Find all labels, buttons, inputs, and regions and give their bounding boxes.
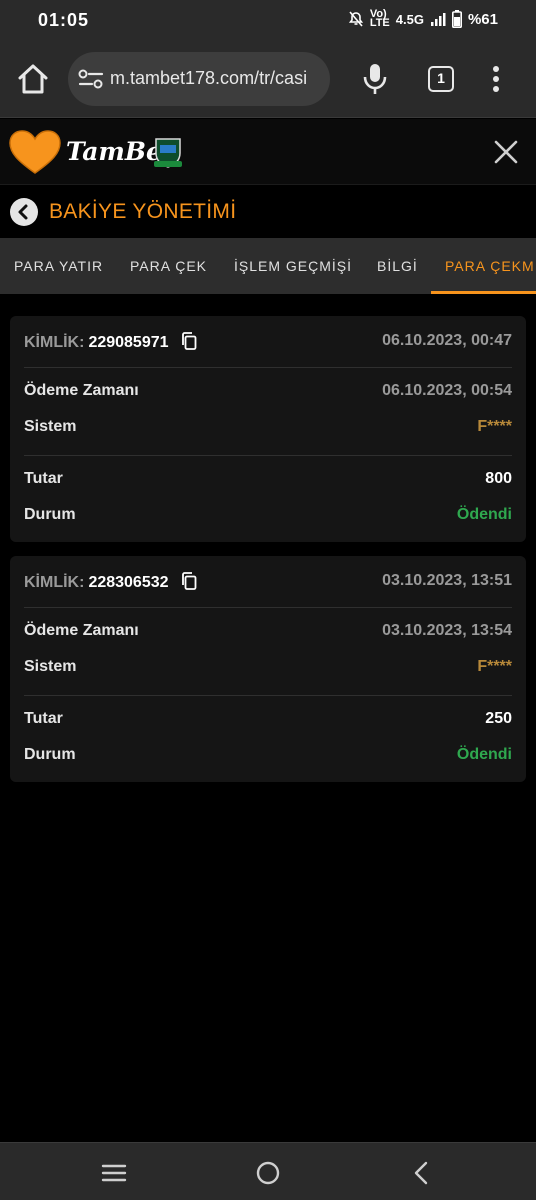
recent-apps-icon[interactable] (100, 1159, 128, 1187)
url-bar[interactable]: m.tambet178.com/tr/casi (68, 52, 330, 106)
transaction-id: 228306532 (88, 574, 169, 591)
payment-time-label: Ödeme Zamanı (24, 382, 139, 399)
transaction-card: KİMLİK: 229085971 06.10.2023, 00:47 Ödeme… (10, 316, 526, 542)
status-label: Durum (24, 506, 76, 523)
home-icon[interactable] (16, 62, 50, 96)
system-row: Sistem F**** (24, 418, 512, 440)
status-value: Ödendi (456, 506, 512, 523)
status-bar: 01:05 Vo) LTE 4.5G %61 (0, 0, 536, 40)
kimlik-label: KİMLİK: (24, 574, 85, 591)
system-label: Sistem (24, 658, 77, 675)
payment-time-value: 03.10.2023, 13:54 (382, 622, 512, 639)
tab-para-cek[interactable]: PARA ÇEK (130, 238, 207, 294)
divider (24, 367, 512, 368)
volte-indicator: Vo) LTE (369, 8, 390, 29)
chevron-left-icon (18, 204, 28, 220)
system-label: Sistem (24, 418, 77, 435)
status-row: Durum Ödendi (24, 746, 512, 768)
copy-icon[interactable] (181, 332, 197, 350)
transaction-header: KİMLİK: 229085971 06.10.2023, 00:47 (24, 332, 512, 354)
url-text: m.tambet178.com/tr/casi (110, 68, 308, 88)
page-title: BAKİYE YÖNETİMİ (49, 200, 237, 223)
battery-level: %61 (467, 10, 498, 28)
status-row: Durum Ödendi (24, 506, 512, 528)
page-title-bar: BAKİYE YÖNETİMİ (0, 186, 536, 238)
microphone-icon[interactable] (362, 62, 388, 96)
heart-logo-icon[interactable] (8, 129, 62, 175)
battery-icon (451, 10, 462, 28)
amount-label: Tutar (24, 470, 63, 487)
tab-switcher-button[interactable]: 1 (428, 66, 454, 92)
payment-time-row: Ödeme Zamanı 03.10.2023, 13:54 (24, 622, 512, 644)
transaction-created-date: 06.10.2023, 00:47 (382, 332, 512, 349)
transaction-header: KİMLİK: 228306532 03.10.2023, 13:51 (24, 572, 512, 594)
close-icon[interactable] (492, 138, 520, 166)
site-header: TamBet (0, 119, 536, 185)
status-label: Durum (24, 746, 76, 763)
browser-toolbar: m.tambet178.com/tr/casi 1 (0, 40, 536, 118)
system-navigation-bar (0, 1142, 536, 1200)
site-settings-icon[interactable] (78, 68, 104, 90)
divider (24, 695, 512, 696)
tab-bilgi[interactable]: BİLGİ (377, 238, 418, 294)
network-type: 4.5G (395, 11, 424, 27)
system-row: Sistem F**** (24, 658, 512, 680)
amount-value: 250 (485, 710, 512, 727)
kimlik-label: KİMLİK: (24, 334, 85, 351)
status-value: Ödendi (456, 746, 512, 763)
tab-para-cekme[interactable]: PARA ÇEKM (431, 238, 536, 294)
status-icons: Vo) LTE 4.5G %61 (348, 8, 498, 29)
divider (24, 607, 512, 608)
home-circle-icon[interactable] (254, 1159, 282, 1187)
mute-icon (348, 11, 363, 27)
system-value: F**** (477, 418, 512, 435)
tab-bar: PARA YATIR PARA ÇEK İŞLEM GEÇMİŞİ BİLGİ … (0, 238, 536, 294)
divider (24, 455, 512, 456)
status-time: 01:05 (38, 10, 90, 30)
transaction-id: 229085971 (88, 334, 169, 351)
back-chevron-icon[interactable] (408, 1159, 436, 1187)
amount-row: Tutar 800 (24, 470, 512, 492)
system-value: F**** (477, 658, 512, 675)
payment-time-row: Ödeme Zamanı 06.10.2023, 00:54 (24, 382, 512, 404)
more-options-icon[interactable] (486, 64, 506, 94)
copy-icon[interactable] (181, 572, 197, 590)
payment-time-label: Ödeme Zamanı (24, 622, 139, 639)
transaction-card: KİMLİK: 228306532 03.10.2023, 13:51 Ödeme… (10, 556, 526, 782)
amount-label: Tutar (24, 710, 63, 727)
badge-logo-icon (154, 138, 182, 168)
transaction-created-date: 03.10.2023, 13:51 (382, 572, 512, 589)
amount-row: Tutar 250 (24, 710, 512, 732)
back-button[interactable] (10, 198, 38, 226)
payment-time-value: 06.10.2023, 00:54 (382, 382, 512, 399)
tab-islem-gecmisi[interactable]: İŞLEM GEÇMİŞİ (234, 238, 352, 294)
tab-para-yatir[interactable]: PARA YATIR (14, 238, 103, 294)
amount-value: 800 (485, 470, 512, 487)
signal-icon (430, 13, 446, 26)
